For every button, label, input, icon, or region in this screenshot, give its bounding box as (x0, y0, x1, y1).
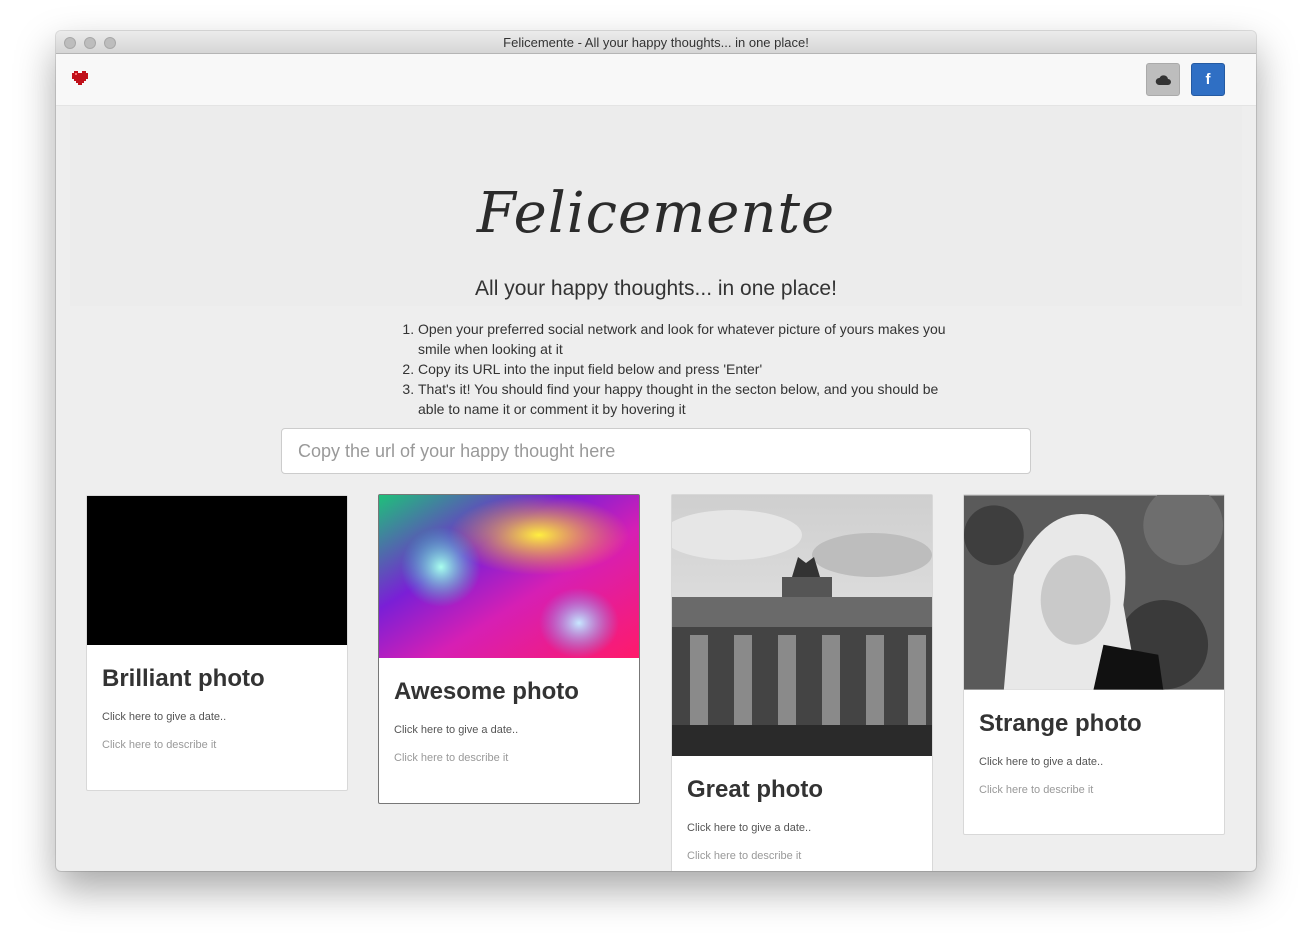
facebook-button[interactable]: f (1191, 63, 1225, 96)
black-photo (87, 496, 347, 645)
app-window: Felicemente - All your happy thoughts...… (56, 31, 1256, 871)
window-title: Felicemente - All your happy thoughts...… (503, 35, 809, 50)
navbar: f (56, 54, 1256, 106)
photo-card[interactable]: Great photo Click here to give a date.. … (671, 494, 933, 871)
card-description-field[interactable]: Click here to describe it (687, 850, 917, 862)
photo-card[interactable]: Awesome photo Click here to give a date.… (378, 494, 640, 804)
card-date-field[interactable]: Click here to give a date.. (979, 756, 1209, 768)
cloud-button[interactable] (1146, 63, 1180, 96)
brandenburg-gate-photo (672, 495, 932, 756)
card-description-field[interactable]: Click here to describe it (979, 784, 1209, 796)
instruction-step: Open your preferred social network and l… (418, 319, 958, 359)
photo-card[interactable]: Strange photo Click here to give a date.… (963, 494, 1225, 835)
title-bar: Felicemente - All your happy thoughts...… (56, 31, 1256, 54)
card-description-field[interactable]: Click here to describe it (394, 752, 624, 764)
portrait-photo (964, 495, 1224, 690)
card-title[interactable]: Awesome photo (394, 678, 624, 706)
card-title[interactable]: Brilliant photo (102, 665, 332, 693)
tagline: All your happy thoughts... in one place! (475, 277, 837, 300)
card-description-field[interactable]: Click here to describe it (102, 739, 332, 751)
facebook-icon: f (1205, 71, 1211, 88)
instruction-step: That's it! You should find your happy th… (418, 379, 958, 419)
card-date-field[interactable]: Click here to give a date.. (102, 711, 332, 723)
url-input[interactable] (281, 428, 1031, 474)
instructions-list: Open your preferred social network and l… (402, 319, 958, 419)
photo-card[interactable]: Brilliant photo Click here to give a dat… (86, 495, 348, 791)
cloud-icon (1155, 75, 1171, 85)
heart-icon[interactable] (72, 71, 88, 85)
colorful-bokeh-photo (379, 495, 639, 658)
card-title[interactable]: Strange photo (979, 710, 1209, 738)
card-date-field[interactable]: Click here to give a date.. (687, 822, 917, 834)
card-title[interactable]: Great photo (687, 776, 917, 804)
instruction-step: Copy its URL into the input field below … (418, 359, 958, 379)
app-logo: Felicemente (476, 181, 836, 246)
card-date-field[interactable]: Click here to give a date.. (394, 724, 624, 736)
